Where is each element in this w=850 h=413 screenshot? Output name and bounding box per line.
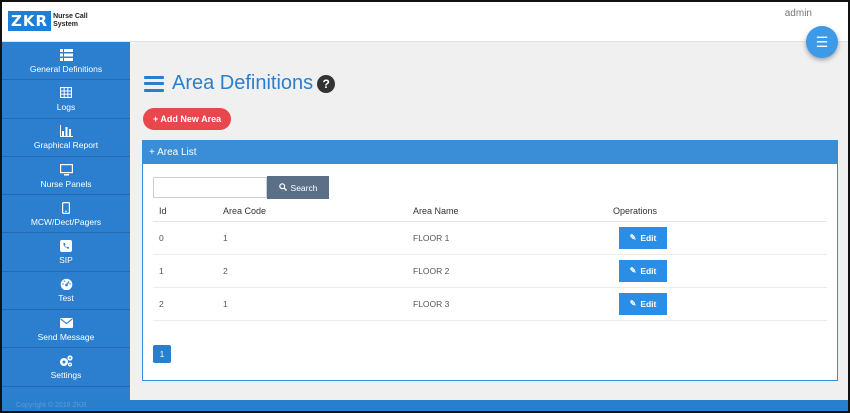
cell-area-code: 2 <box>217 254 407 288</box>
user-menu[interactable]: admin <box>785 8 812 19</box>
cell-operations: ✎ Edit <box>607 287 827 321</box>
footer-copyright: Copyright © 2018 ZKR <box>16 402 87 409</box>
pagination-page-1[interactable]: 1 <box>153 345 171 363</box>
area-table: Id Area Code Area Name Operations 0 1 FL… <box>153 201 827 321</box>
cell-area-code: 1 <box>217 287 407 321</box>
edit-button[interactable]: ✎ Edit <box>619 226 667 249</box>
dashboard-icon <box>59 277 73 291</box>
sidebar-item-label: General Definitions <box>29 63 103 74</box>
sidebar-item-sip[interactable]: SIP <box>2 233 130 272</box>
sidebar-item-label: Test <box>58 293 74 304</box>
sidebar-item-label: Nurse Panels <box>40 178 92 189</box>
logo-text: Nurse Call System <box>53 13 88 29</box>
hamburger-icon: ☰ <box>815 33 829 50</box>
edit-button[interactable]: ✎ Edit <box>619 259 667 282</box>
sidebar-item-label: Logs <box>56 101 76 112</box>
sidebar-item-label: MCW/Dect/Pagers <box>30 216 102 227</box>
sidebar-item-nurse-panels[interactable]: Nurse Panels <box>2 157 130 196</box>
column-header-area-code: Area Code <box>217 201 407 222</box>
search-button-label: Search <box>290 182 318 193</box>
page-title: Area Definitions ? <box>144 72 336 95</box>
edit-icon: ✎ <box>629 233 637 242</box>
search-bar: Search <box>153 176 329 199</box>
edit-button-label: Edit <box>640 265 657 276</box>
cell-area-name: FLOOR 1 <box>407 221 607 255</box>
logo[interactable]: ZKR Nurse Call System <box>8 10 88 32</box>
sidebar-item-mcw-dect-pagers[interactable]: MCW/Dect/Pagers <box>2 195 130 234</box>
sidebar: General Definitions Logs Graphical Repor… <box>2 42 130 400</box>
footer: Copyright © 2018 ZKR <box>2 400 848 411</box>
cell-operations: ✎ Edit <box>607 221 827 255</box>
area-list-panel: + Area List Search Id Area Code Area Nam… <box>142 140 838 381</box>
sidebar-item-general-definitions[interactable]: General Definitions <box>2 42 130 81</box>
table-icon <box>59 86 73 100</box>
page-title-text: Area Definitions <box>172 72 314 94</box>
search-input[interactable] <box>153 177 267 198</box>
sidebar-item-settings[interactable]: Settings <box>2 348 130 387</box>
sidebar-item-graphical-report[interactable]: Graphical Report <box>2 119 130 157</box>
cell-id: 2 <box>153 287 217 321</box>
cell-area-name: FLOOR 3 <box>407 287 607 321</box>
hamburger-icon <box>144 75 164 92</box>
logo-line-1: Nurse Call <box>53 13 88 20</box>
help-icon[interactable]: ? <box>317 74 336 93</box>
cell-area-name: FLOOR 2 <box>407 254 607 288</box>
sidebar-item-send-message[interactable]: Send Message <box>2 310 130 349</box>
table-row: 1 2 FLOOR 2 ✎ Edit <box>153 254 827 288</box>
sidebar-item-label: SIP <box>59 255 73 266</box>
column-header-area-name: Area Name <box>407 201 607 222</box>
table-row: 0 1 FLOOR 1 ✎ Edit <box>153 221 827 255</box>
panel-header: + Area List <box>143 141 837 164</box>
edit-button-label: Edit <box>640 232 657 243</box>
gears-icon <box>59 354 73 368</box>
cell-id: 1 <box>153 254 217 288</box>
top-bar: ZKR Nurse Call System admin <box>2 2 848 42</box>
sidebar-item-test[interactable]: Test <box>2 272 130 311</box>
cell-operations: ✎ Edit <box>607 254 827 288</box>
search-button[interactable]: Search <box>267 176 329 199</box>
mobile-icon <box>59 201 73 215</box>
sidebar-item-logs[interactable]: Logs <box>2 80 130 119</box>
logo-mark: ZKR <box>8 11 52 31</box>
edit-button-label: Edit <box>640 298 657 309</box>
edit-icon: ✎ <box>629 266 637 275</box>
envelope-icon <box>59 316 73 330</box>
sidebar-item-label: Send Message <box>37 331 95 342</box>
cell-id: 0 <box>153 221 217 255</box>
add-new-area-button[interactable]: + Add New Area <box>143 108 232 130</box>
menu-fab-button[interactable]: ☰ <box>806 26 838 58</box>
cell-area-code: 1 <box>217 221 407 255</box>
table-row: 2 1 FLOOR 3 ✎ Edit <box>153 287 827 321</box>
sidebar-item-label: Graphical Report <box>33 140 99 151</box>
table-header-row: Id Area Code Area Name Operations <box>153 201 827 222</box>
logo-line-2: System <box>53 21 78 28</box>
column-header-id: Id <box>153 201 217 222</box>
app-window: ZKR Nurse Call System admin ☰ General De… <box>0 0 850 413</box>
phone-icon <box>59 239 73 253</box>
sidebar-item-label: Settings <box>50 370 82 381</box>
bar-chart-icon <box>59 124 73 138</box>
edit-icon: ✎ <box>629 299 637 308</box>
column-header-operations: Operations <box>607 201 827 222</box>
monitor-icon <box>59 163 73 177</box>
search-icon <box>278 182 287 193</box>
list-icon <box>59 48 73 62</box>
main-content: Area Definitions ? + Add New Area + Area… <box>130 42 848 400</box>
edit-button[interactable]: ✎ Edit <box>619 292 667 315</box>
